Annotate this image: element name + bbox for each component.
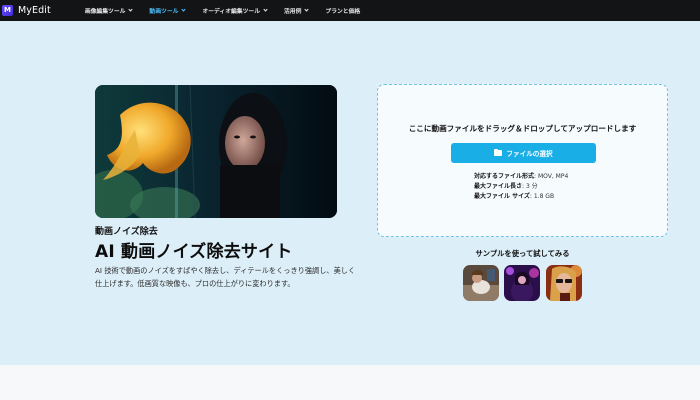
chevron-down-icon (128, 7, 134, 12)
nav-item-use-cases[interactable]: 活用例 (284, 0, 310, 21)
spec-length: 最大ファイル長さ: 3 分 (474, 181, 538, 190)
myedit-logo-icon: M (2, 5, 13, 16)
nav-item-label: 活用例 (284, 9, 302, 15)
sample-thumbnail-2[interactable] (504, 265, 540, 301)
spec-formats: 対応するファイル形式: MOV, MP4 (474, 171, 568, 180)
select-file-label: ファイルの選択 (506, 150, 553, 158)
folder-icon (494, 148, 503, 156)
hero-sample-image (95, 85, 337, 218)
nav-item-label: 画像編集ツール (84, 9, 126, 15)
spec-label: 最大ファイル長さ (474, 183, 523, 190)
sample-thumbnail-1[interactable] (463, 265, 499, 301)
nav-item-label: 動画ツール (149, 9, 179, 15)
nav-item-audio-tools[interactable]: オーディオ編集ツール (202, 0, 268, 21)
chevron-down-icon (304, 7, 310, 12)
chevron-down-icon (181, 7, 187, 12)
top-navigation-bar: M MyEdit 画像編集ツール 動画ツール オーディオ編集ツール 活用例 プラ… (0, 0, 700, 21)
select-file-button[interactable]: ファイルの選択 (451, 143, 596, 163)
upload-prompt: ここに動画ファイルをドラッグ＆ドロップしてアップロードします (408, 124, 637, 133)
app-name: MyEdit (18, 5, 51, 16)
spec-value: : 1.8 GB (529, 193, 555, 200)
spec-label: 対応するファイル形式 (474, 173, 535, 180)
chevron-down-icon (263, 7, 268, 12)
nav-menu: 画像編集ツール 動画ツール オーディオ編集ツール 活用例 プランと価格 (85, 0, 360, 21)
nav-item-label: オーディオ編集ツール (202, 9, 260, 15)
sample-thumbnail-3[interactable] (546, 265, 582, 301)
nav-item-pricing[interactable]: プランと価格 (325, 0, 360, 21)
logo[interactable]: M MyEdit (2, 5, 51, 16)
hero-description: AI 技術で動画のノイズをすばやく除去し、ディテールをくっきり強調し、美しく仕上… (95, 266, 356, 288)
spec-size: 最大ファイル サイズ: 1.8 GB (474, 191, 554, 200)
hero-section: 動画ノイズ除去 AI 動画ノイズ除去サイト AI 技術で動画のノイズをすばやく除… (0, 21, 700, 365)
nav-item-video-tools[interactable]: 動画ツール (149, 0, 187, 21)
samples-title: サンプルを使って試してみる (475, 249, 570, 258)
nav-item-label: プランと価格 (325, 9, 361, 15)
spec-label: 最大ファイル サイズ (474, 193, 530, 200)
page-title: AI 動画ノイズ除去サイト (95, 242, 293, 262)
logo-mark: M (4, 6, 11, 14)
spec-value: : 3 分 (522, 183, 538, 190)
nav-item-image-tools[interactable]: 画像編集ツール (84, 0, 134, 21)
hero-subtitle: 動画ノイズ除去 (95, 227, 158, 237)
spec-value: : MOV, MP4 (534, 173, 569, 180)
upload-drop-zone[interactable]: ここに動画ファイルをドラッグ＆ドロップしてアップロードします ファイルの選択 対… (377, 84, 668, 237)
